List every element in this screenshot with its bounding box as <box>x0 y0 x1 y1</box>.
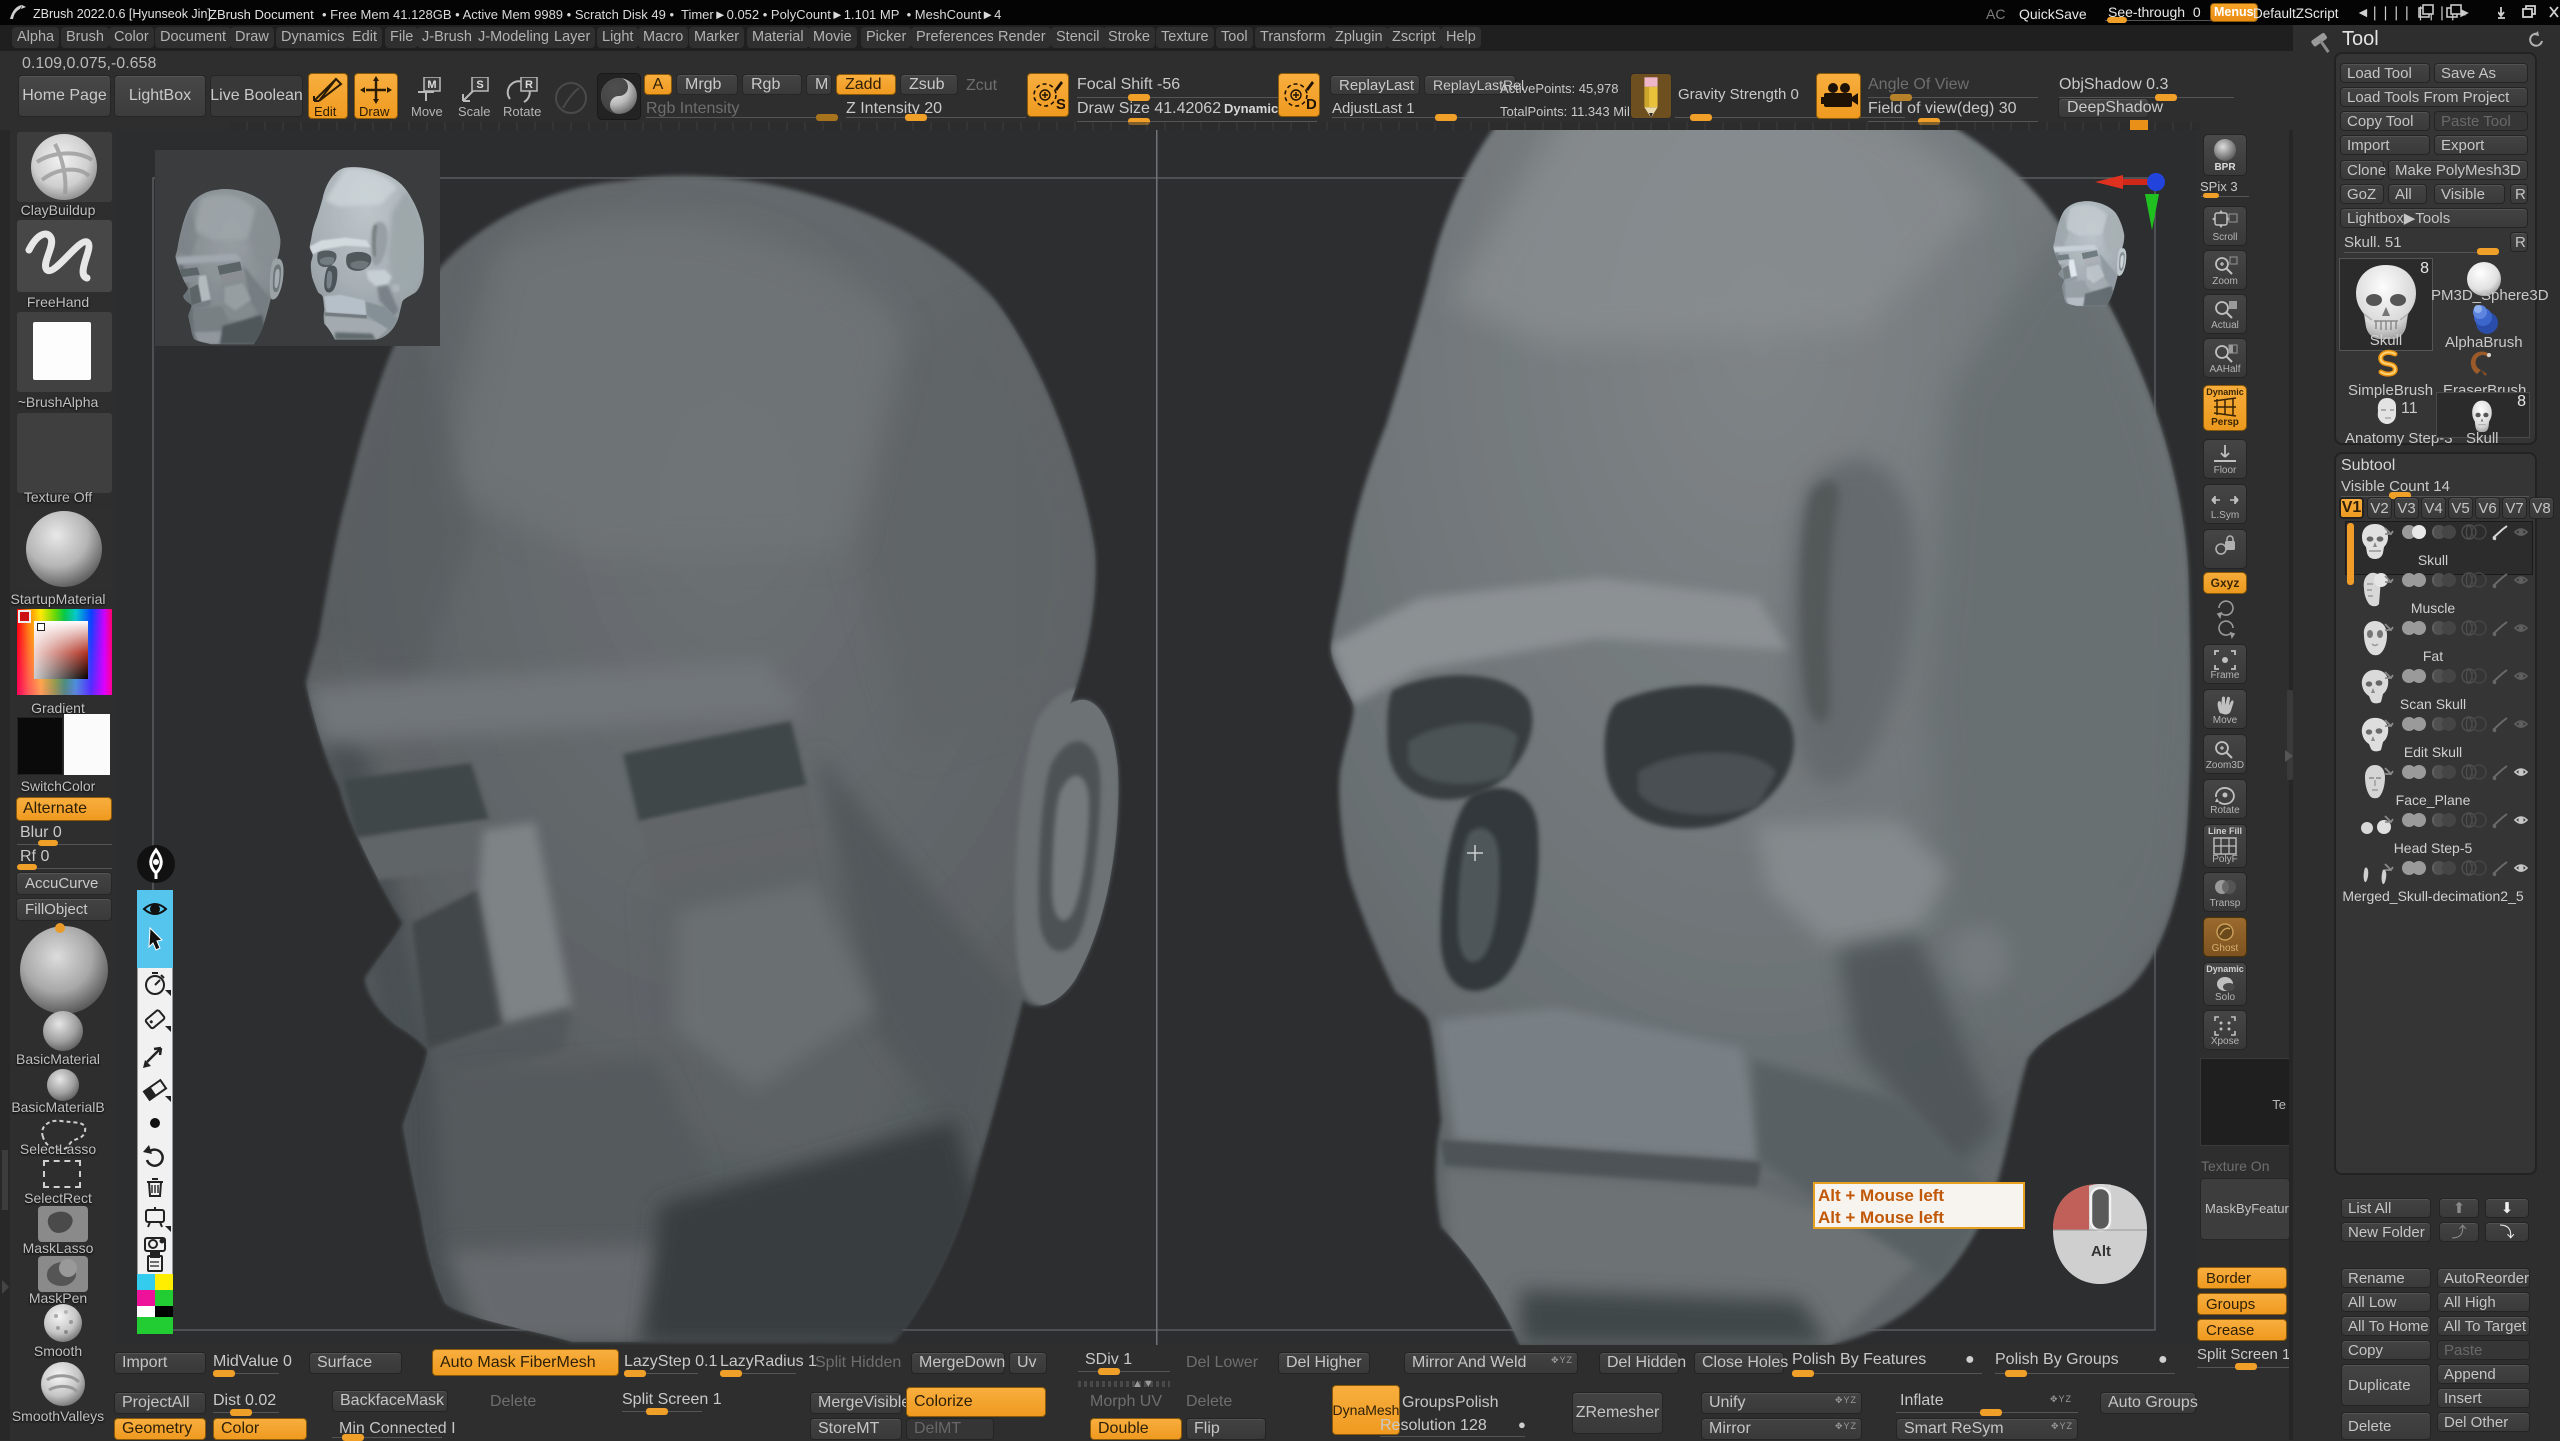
svg-text:Alt: Alt <box>2091 1243 2111 1260</box>
svg-text:S: S <box>1056 96 1065 113</box>
svg-text:R: R <box>525 79 533 91</box>
svg-text:S: S <box>476 79 483 91</box>
svg-text:M: M <box>427 79 436 91</box>
svg-text:D: D <box>1306 96 1316 113</box>
